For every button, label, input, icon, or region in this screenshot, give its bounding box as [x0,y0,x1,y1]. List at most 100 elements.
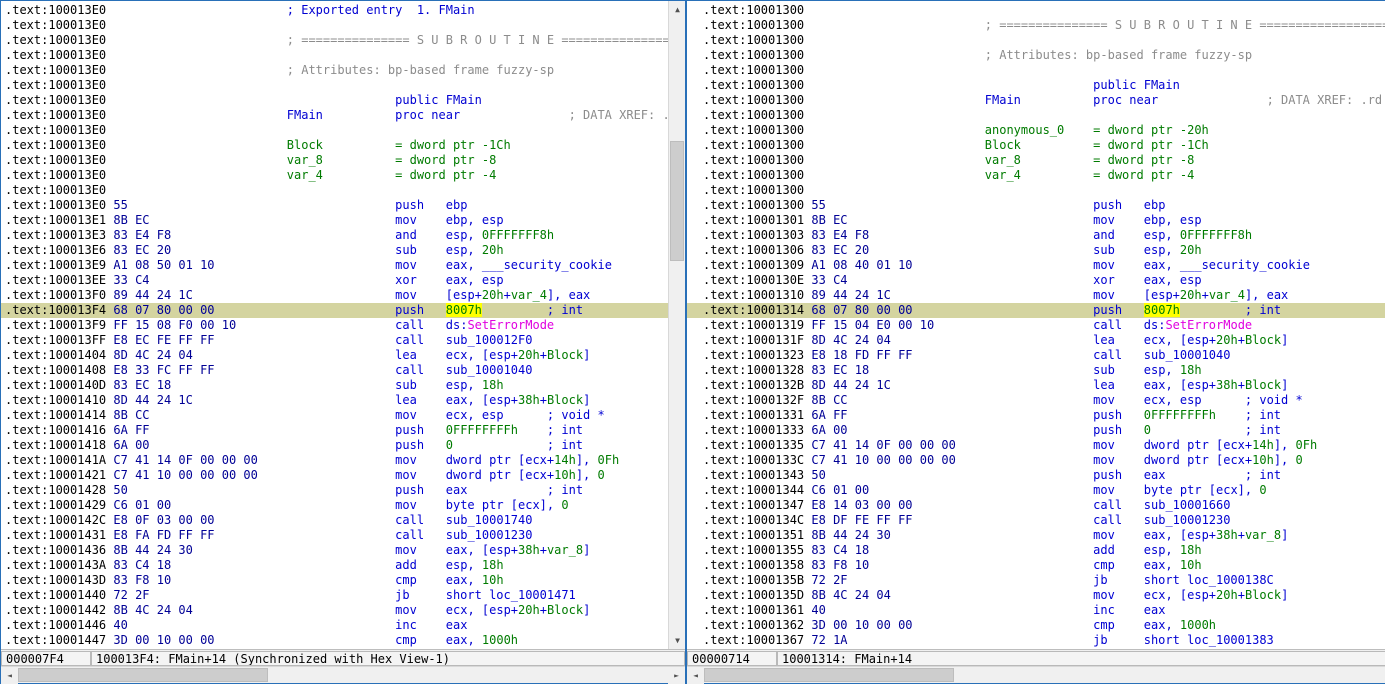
code-token[interactable]: lea [395,348,417,362]
address[interactable]: .text:100013E6 [5,243,106,257]
highlighted-number-token[interactable]: 8007h [445,303,482,317]
code-token[interactable]: push [1093,408,1122,422]
code-token[interactable]: ecx, [esp+ [446,603,518,617]
opcode-bytes[interactable]: 40 [113,618,127,632]
number-token[interactable]: 18h [1180,363,1202,377]
code-token[interactable]: ; Exported entry 1. FMain [287,3,475,17]
code-token[interactable]: FMain [287,108,323,122]
disasm-line[interactable]: .text:10001335 C7 41 14 0F 00 00 00 mov … [687,438,1385,453]
code-token[interactable]: ; void * [547,408,605,422]
right-disasm-code[interactable]: .text:10001300 .text:10001300 ; =========… [687,1,1385,649]
address[interactable]: .text:10001442 [5,603,106,617]
number-token[interactable]: = dword ptr -4 [395,168,496,182]
number-token[interactable]: 20h [482,243,504,257]
code-token[interactable]: cmp [1093,558,1115,572]
import-name-token[interactable]: SetErrorMode [1165,318,1252,332]
disasm-line[interactable]: .text:1000135B 72 2F jb short loc_100013… [687,573,1385,588]
code-token[interactable]: mov [1093,213,1115,227]
vertical-scroll-thumb[interactable] [670,141,684,261]
code-token[interactable]: public FMain [395,93,482,107]
opcode-bytes[interactable]: 8B 4C 24 04 [113,603,192,617]
address[interactable]: .text:10001351 [703,528,804,542]
code-token[interactable]: [esp+ [446,288,482,302]
code-token[interactable]: mov [1093,258,1115,272]
opcode-bytes[interactable]: E8 18 FD FF FF [811,348,912,362]
address[interactable]: .text:10001436 [5,543,106,557]
opcode-bytes[interactable]: 50 [811,468,825,482]
address[interactable]: .text:100013E0 [5,93,106,107]
code-token[interactable]: eax, esp [446,273,504,287]
left-vertical-scrollbar[interactable]: ▲ ▼ [668,1,685,649]
address[interactable]: .text:10001323 [703,348,804,362]
opcode-bytes[interactable]: FF 15 04 E0 00 10 [811,318,934,332]
code-token[interactable]: esp, [1144,363,1180,377]
code-token[interactable]: ] [583,393,590,407]
number-token[interactable]: var_4 [511,288,547,302]
disasm-line[interactable]: .text:1000143A 83 C4 18 add esp, 18h [1,558,668,573]
code-token[interactable]: jb [395,588,409,602]
code-token[interactable]: eax [1144,603,1166,617]
number-token[interactable]: 0FFFFFFF8h [1180,228,1252,242]
disasm-line[interactable]: .text:100013E0 [1,78,668,93]
disasm-line[interactable]: .text:10001300 var_8 = dword ptr -8 [687,153,1385,168]
scroll-right-icon[interactable]: ► [668,667,685,684]
opcode-bytes[interactable]: 68 07 80 00 00 [811,303,912,317]
code-token[interactable]: push [1093,423,1122,437]
code-token[interactable]: ebp [1144,198,1166,212]
code-token[interactable]: esp, [446,378,482,392]
address[interactable]: .text:100013EE [5,273,106,287]
disasm-line[interactable]: .text:100013F9 FF 15 08 F0 00 10 call ds… [1,318,668,333]
code-token[interactable]: ; int [547,423,583,437]
opcode-bytes[interactable]: 83 E4 F8 [113,228,171,242]
number-token[interactable]: 0FFFFFFFFh [446,423,518,437]
code-token[interactable]: sub_10001040 [1144,348,1231,362]
code-token[interactable]: + [1238,588,1245,602]
code-token[interactable]: ebp, esp [446,213,504,227]
address[interactable]: .text:100013E0 [5,78,106,92]
code-token[interactable]: + [1238,378,1245,392]
code-token[interactable]: push [395,303,424,317]
number-token[interactable]: Block [1245,333,1281,347]
code-token[interactable]: call [395,318,424,332]
code-token[interactable]: ] [583,543,590,557]
code-token[interactable]: mov [395,468,417,482]
number-token[interactable]: Block [547,348,583,362]
opcode-bytes[interactable]: 72 1A [811,633,847,647]
number-token[interactable]: 10h [1180,558,1202,572]
address[interactable]: .text:100013E0 [5,63,106,77]
address[interactable]: .text:10001440 [5,588,106,602]
code-token[interactable]: jb [1093,633,1107,647]
address[interactable]: .text:10001355 [703,543,804,557]
disasm-line[interactable]: .text:100013E0 ; =============== S U B R… [1,33,668,48]
code-token[interactable]: dword ptr [ecx+ [1144,453,1252,467]
address[interactable]: .text:10001447 [5,633,106,647]
number-token[interactable]: 10h [1252,453,1274,467]
code-token[interactable]: mov [1093,288,1115,302]
code-token[interactable]: sub_10001040 [446,363,533,377]
number-token[interactable]: = dword ptr -20h [1093,123,1209,137]
scroll-left-icon[interactable]: ◄ [1,667,18,684]
disasm-line[interactable]: .text:10001300 55 push ebp [687,198,1385,213]
scroll-up-icon[interactable]: ▲ [669,1,685,18]
code-token[interactable]: ecx, [esp+ [1144,333,1216,347]
disasm-line[interactable]: .text:10001300 ; =============== S U B R… [687,18,1385,33]
disasm-line[interactable]: .text:100013E9 A1 08 50 01 10 mov eax, _… [1,258,668,273]
code-token[interactable]: mov [395,213,417,227]
code-token[interactable]: + [540,348,547,362]
code-token[interactable]: call [395,528,424,542]
number-token[interactable]: = dword ptr -8 [1093,153,1194,167]
address[interactable]: .text:100013E0 [5,123,106,137]
number-token[interactable]: 20h [518,348,540,362]
opcode-bytes[interactable]: 6A 00 [113,438,149,452]
code-token[interactable]: ] [583,603,590,617]
address[interactable]: .text:100013E9 [5,258,106,272]
disasm-line[interactable]: .text:10001300 public FMain [687,78,1385,93]
disasm-line[interactable]: .text:1000132F 8B CC mov ecx, esp ; void… [687,393,1385,408]
code-token[interactable]: sub [395,378,417,392]
number-token[interactable]: 14h [554,453,576,467]
horizontal-scroll-thumb[interactable] [18,668,268,682]
code-token[interactable]: lea [1093,378,1115,392]
code-token[interactable]: lea [395,393,417,407]
code-token[interactable]: ds: [446,318,468,332]
opcode-bytes[interactable]: 83 F8 10 [811,558,869,572]
